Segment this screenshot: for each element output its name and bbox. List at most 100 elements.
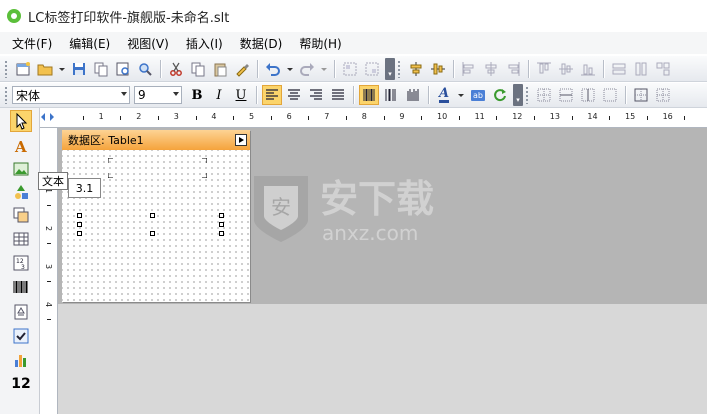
paste-button[interactable] [210,59,230,79]
align-top-button[interactable] [534,59,554,79]
text-align-left-button[interactable] [262,85,282,105]
align-center-v-icon [431,63,445,74]
text-tool[interactable]: A [10,135,32,157]
toolbar-grip[interactable] [525,86,529,104]
underline-button[interactable]: U [231,85,251,105]
barcode-wide-button[interactable] [403,85,423,105]
barcode-medium-button[interactable] [381,85,401,105]
border-box-button[interactable] [631,85,651,105]
align-hcenter-button[interactable] [481,59,501,79]
text-align-center-button[interactable] [284,85,304,105]
copy-file-icon [94,62,108,76]
menu-insert[interactable]: 插入(I) [186,35,223,52]
design-canvas[interactable]: 数据区: Table1 安 安下载 anxz.com [58,128,707,414]
number-tool[interactable]: 12 [10,373,32,395]
save-button[interactable] [69,59,89,79]
border-none-button[interactable] [600,85,620,105]
data-region-panel[interactable]: 数据区: Table1 [62,130,250,302]
table-tool[interactable] [10,228,32,250]
toolbar-overflow-button[interactable]: ▾ [385,57,395,80]
open-dropdown-button[interactable] [57,59,67,79]
resize-handle[interactable] [219,231,224,236]
data-region-title: 数据区: Table1 [68,134,144,147]
checkbox-tool[interactable] [10,325,32,347]
toolbar-grip[interactable] [4,86,8,104]
tool-tooltip: 文本 [38,172,68,190]
new-file-button[interactable] [13,59,33,79]
pointer-tool[interactable] [10,110,32,132]
copy-tool[interactable] [10,204,32,226]
resize-handle[interactable] [150,231,155,236]
highlight-button[interactable]: ab [468,85,488,105]
label-grid[interactable] [62,150,250,302]
text-align-right-button[interactable] [306,85,326,105]
resize-handle[interactable] [77,222,82,227]
redo-button[interactable] [297,59,317,79]
resize-handle[interactable] [150,213,155,218]
align-middle-button[interactable] [556,59,576,79]
watermark-url-text: anxz.com [322,221,418,245]
serial-tool[interactable]: 12 3 [10,252,32,274]
menu-edit[interactable]: 编辑(E) [69,35,110,52]
menu-help[interactable]: 帮助(H) [299,35,341,52]
copy-file-button[interactable] [91,59,111,79]
barcode-dense-button[interactable] [359,85,379,105]
align-bottom-button[interactable] [578,59,598,79]
toolbar-overflow-button[interactable]: ▾ [513,84,523,106]
toolbar-grip[interactable] [397,59,401,78]
refresh-button[interactable] [490,85,510,105]
align-right-icon [508,61,520,76]
open-file-button[interactable] [35,59,55,79]
redo-dropdown-button[interactable] [319,59,329,79]
font-name-select[interactable]: 宋体 [12,86,130,104]
font-size-select[interactable]: 9 [134,86,182,104]
ruler-tick [684,116,686,120]
shape-tool[interactable] [10,181,32,203]
bold-button[interactable]: B [187,85,207,105]
font-color-button[interactable]: A [434,85,454,105]
align-center-v-button[interactable] [428,59,448,79]
border-all-button[interactable] [534,85,554,105]
same-width-icon [612,63,626,74]
same-height-button[interactable] [631,59,651,79]
resize-handle[interactable] [219,222,224,227]
same-size-button[interactable] [653,59,673,79]
ruler-number: 11 [474,112,485,121]
search-button[interactable] [135,59,155,79]
ungroup-button[interactable] [362,59,382,79]
image-tool[interactable] [10,158,32,180]
undo-dropdown-button[interactable] [285,59,295,79]
resize-handle[interactable] [77,231,82,236]
duplicate-icon [13,207,29,223]
text-icon: A [14,138,27,155]
resize-handle[interactable] [77,213,82,218]
same-width-button[interactable] [609,59,629,79]
chart-tool[interactable] [10,349,32,371]
border-inside-button[interactable] [556,85,576,105]
undo-button[interactable] [263,59,283,79]
barcode-tool[interactable] [10,276,32,298]
cut-button[interactable] [166,59,186,79]
border-grid-button[interactable] [653,85,673,105]
window-title: LC标签打印软件-旗舰版-未命名.slt [28,10,230,26]
align-right-button[interactable] [503,59,523,79]
align-center-h-button[interactable] [406,59,426,79]
expand-arrow-icon[interactable] [235,134,247,146]
print-preview-button[interactable] [113,59,133,79]
menu-data[interactable]: 数据(D) [240,35,283,52]
font-color-dropdown-button[interactable] [456,85,466,105]
ruler-number: 13 [549,112,560,121]
toolbar-grip[interactable] [4,59,8,78]
text-justify-button[interactable] [328,85,348,105]
menu-file[interactable]: 文件(F) [12,35,52,52]
italic-button[interactable]: I [209,85,229,105]
border-outside-button[interactable] [578,85,598,105]
copy-button[interactable] [188,59,208,79]
document-tool[interactable] [10,301,32,323]
group-button[interactable] [340,59,360,79]
ruler-number: 2 [44,225,54,232]
format-painter-button[interactable] [232,59,252,79]
menu-view[interactable]: 视图(V) [127,35,169,52]
resize-handle[interactable] [219,213,224,218]
align-left-button[interactable] [459,59,479,79]
